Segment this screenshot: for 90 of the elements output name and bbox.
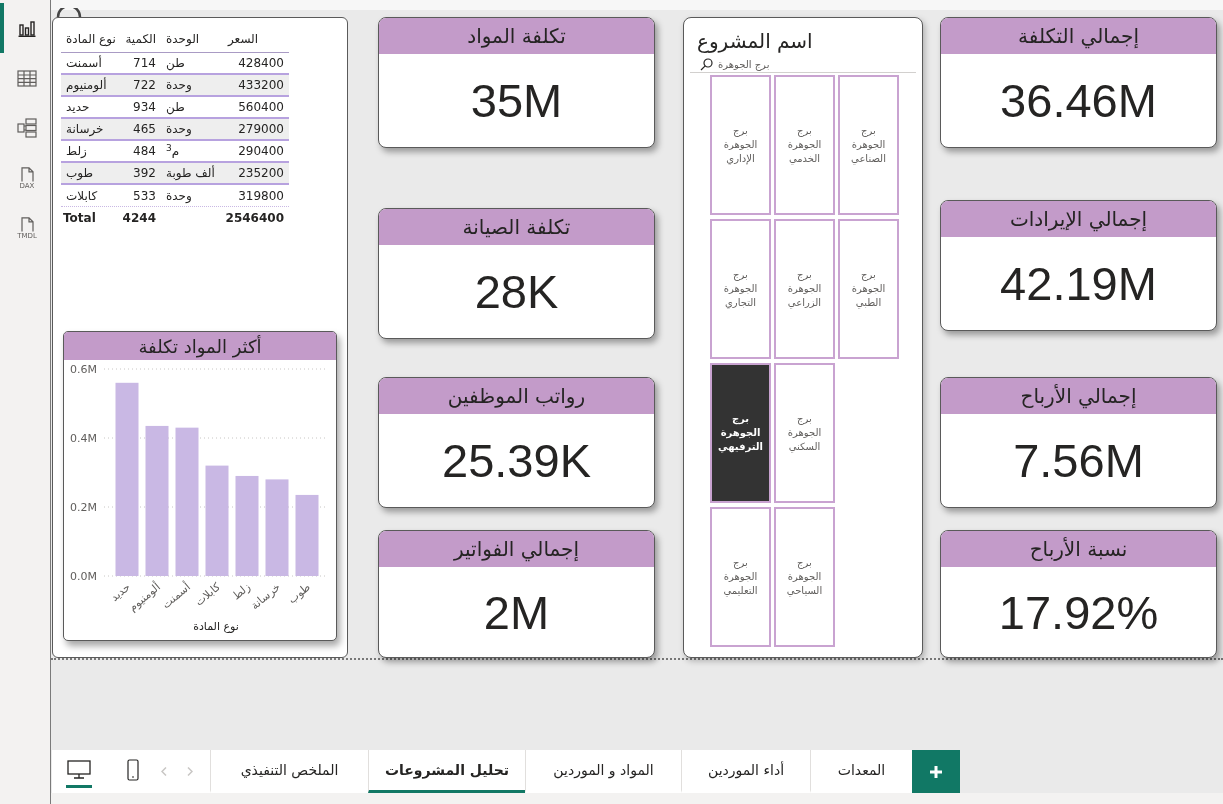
category-label: أسمنت (159, 580, 193, 612)
chart-title: أكثر المواد تكلفة (64, 332, 336, 360)
kpi-value: 25.39K (442, 437, 591, 484)
kpi-value: 42.19M (1000, 260, 1157, 307)
card-title: تكلفة الصيانة (379, 209, 654, 245)
slicer-tile[interactable]: برج الجوهرة الصناعي (838, 75, 899, 215)
table-cell-text: وحدة (165, 187, 193, 205)
table-cell-text: كابلات (65, 187, 99, 205)
slicer-tile[interactable]: برج الجوهرة الترفيهي (710, 363, 771, 503)
slicer-tile[interactable]: برج الجوهرة السكني (774, 363, 835, 503)
page-tab[interactable]: المعدات (810, 750, 912, 793)
card-title: إجمالي التكلفة (941, 18, 1216, 54)
slicer-tile[interactable]: برج الجوهرة الزراعي (774, 219, 835, 359)
slicer-tile[interactable]: برج الجوهرة التعليمي (710, 507, 771, 647)
table-cell-text: 4244 (121, 210, 157, 227)
table-cell-text: 235200 (237, 165, 285, 182)
table-cell-text: 433200 (237, 77, 285, 94)
table-cell-text: 714 (132, 55, 157, 72)
table-cell-text: 465 (132, 121, 157, 138)
table-cell-text: زلط (65, 143, 88, 160)
table-cell-text: 319800 (237, 187, 285, 205)
table-cell-text: 290400 (237, 143, 285, 160)
card-title: رواتب الموظفين (379, 378, 654, 414)
table-cell-text: 392 (132, 165, 157, 182)
slicer-title: اسم المشروع (696, 28, 813, 54)
phone-icon (127, 758, 139, 781)
card-title: تكلفة المواد (379, 18, 654, 54)
table-cell-text: 484 (132, 143, 157, 160)
plus-icon (929, 764, 943, 779)
axis-title: نوع المادة (193, 620, 239, 633)
document-icon (20, 166, 34, 182)
table-cell-text: 722 (132, 77, 157, 94)
category-label: حديد (108, 580, 133, 605)
kpi-value: 35M (470, 77, 563, 124)
table-cell-text: ألف طوبة (165, 164, 216, 182)
axis-label: 0.4M (70, 432, 97, 445)
page-tab[interactable]: المواد و الموردين (525, 750, 681, 793)
table-icon (17, 69, 37, 87)
chevron-right-icon (187, 767, 193, 776)
kpi-value: 36.46M (1000, 77, 1157, 124)
table-cell-text: 934 (132, 99, 157, 116)
slicer-tile[interactable]: برج الجوهرة الإداري (710, 75, 771, 215)
page-tab[interactable]: الملخص التنفيذي (210, 750, 368, 793)
category-label: كابلات (192, 580, 223, 609)
table-cell-text: ألومنيوم (65, 76, 108, 94)
table-cell-text: 279000 (237, 121, 285, 138)
kpi-value: 28K (474, 268, 559, 315)
chevron-left-icon (161, 767, 167, 776)
axis-label: 0.6M (70, 363, 97, 376)
category-label: طوب (285, 580, 313, 607)
model-icon (17, 118, 37, 138)
card-title: نسبة الأرباح (941, 531, 1216, 567)
page-tab[interactable]: تحليل المشروعات (368, 750, 525, 793)
document-icon (20, 216, 34, 232)
category-label: زلط (229, 580, 253, 603)
kpi-value: 17.92% (998, 588, 1159, 636)
search-icon (700, 57, 713, 71)
slicer-tile[interactable]: برج الجوهرة الخدمي (774, 75, 835, 215)
table-cell-text: أسمنت (65, 54, 103, 72)
table-cell-text: 560400 (237, 99, 285, 116)
page-tab[interactable]: أداء الموردين (681, 750, 810, 793)
card-title: إجمالي الإيرادات (941, 201, 1216, 237)
table-cell-text: وحدة (165, 77, 193, 94)
search-field[interactable]: برج الجوهرة (718, 57, 898, 71)
table-cell-text: 533 (132, 187, 157, 205)
table-cell-text: 2546400 (224, 210, 285, 227)
column-header: الوحدة (165, 31, 201, 48)
add-page-button[interactable] (912, 750, 960, 793)
column-header: السعر (226, 31, 260, 48)
table-cell-text: طوب (65, 165, 95, 182)
bar-chart-icon (18, 19, 36, 37)
table-cell-text: طن (165, 55, 186, 72)
kpi-value: 2M (483, 588, 550, 636)
slicer-tile[interactable]: برج الجوهرة السياحي (774, 507, 835, 647)
slicer-tile[interactable]: برج الجوهرة الطبي (838, 219, 899, 359)
table-cell-text: خرسانة (65, 121, 105, 138)
table-cell-text: 428400 (237, 55, 285, 72)
column-header: نوع المادة (65, 31, 117, 48)
monitor-icon (67, 760, 91, 779)
table-cell-text: Total (62, 210, 97, 227)
axis-label: 0.0M (70, 570, 97, 583)
table-cell-text: حديد (65, 99, 91, 116)
axis-label: 0.2M (70, 501, 97, 514)
card-title: إجمالي الفواتير (379, 531, 654, 567)
table-cell-text: طن (165, 99, 186, 116)
slicer-tile[interactable]: برج الجوهرة التجاري (710, 219, 771, 359)
card-title: إجمالي الأرباح (941, 378, 1216, 414)
table-cell-text: وحدة (165, 121, 193, 138)
column-header: الكمية (124, 31, 157, 48)
kpi-value: 7.56M (1013, 437, 1144, 484)
